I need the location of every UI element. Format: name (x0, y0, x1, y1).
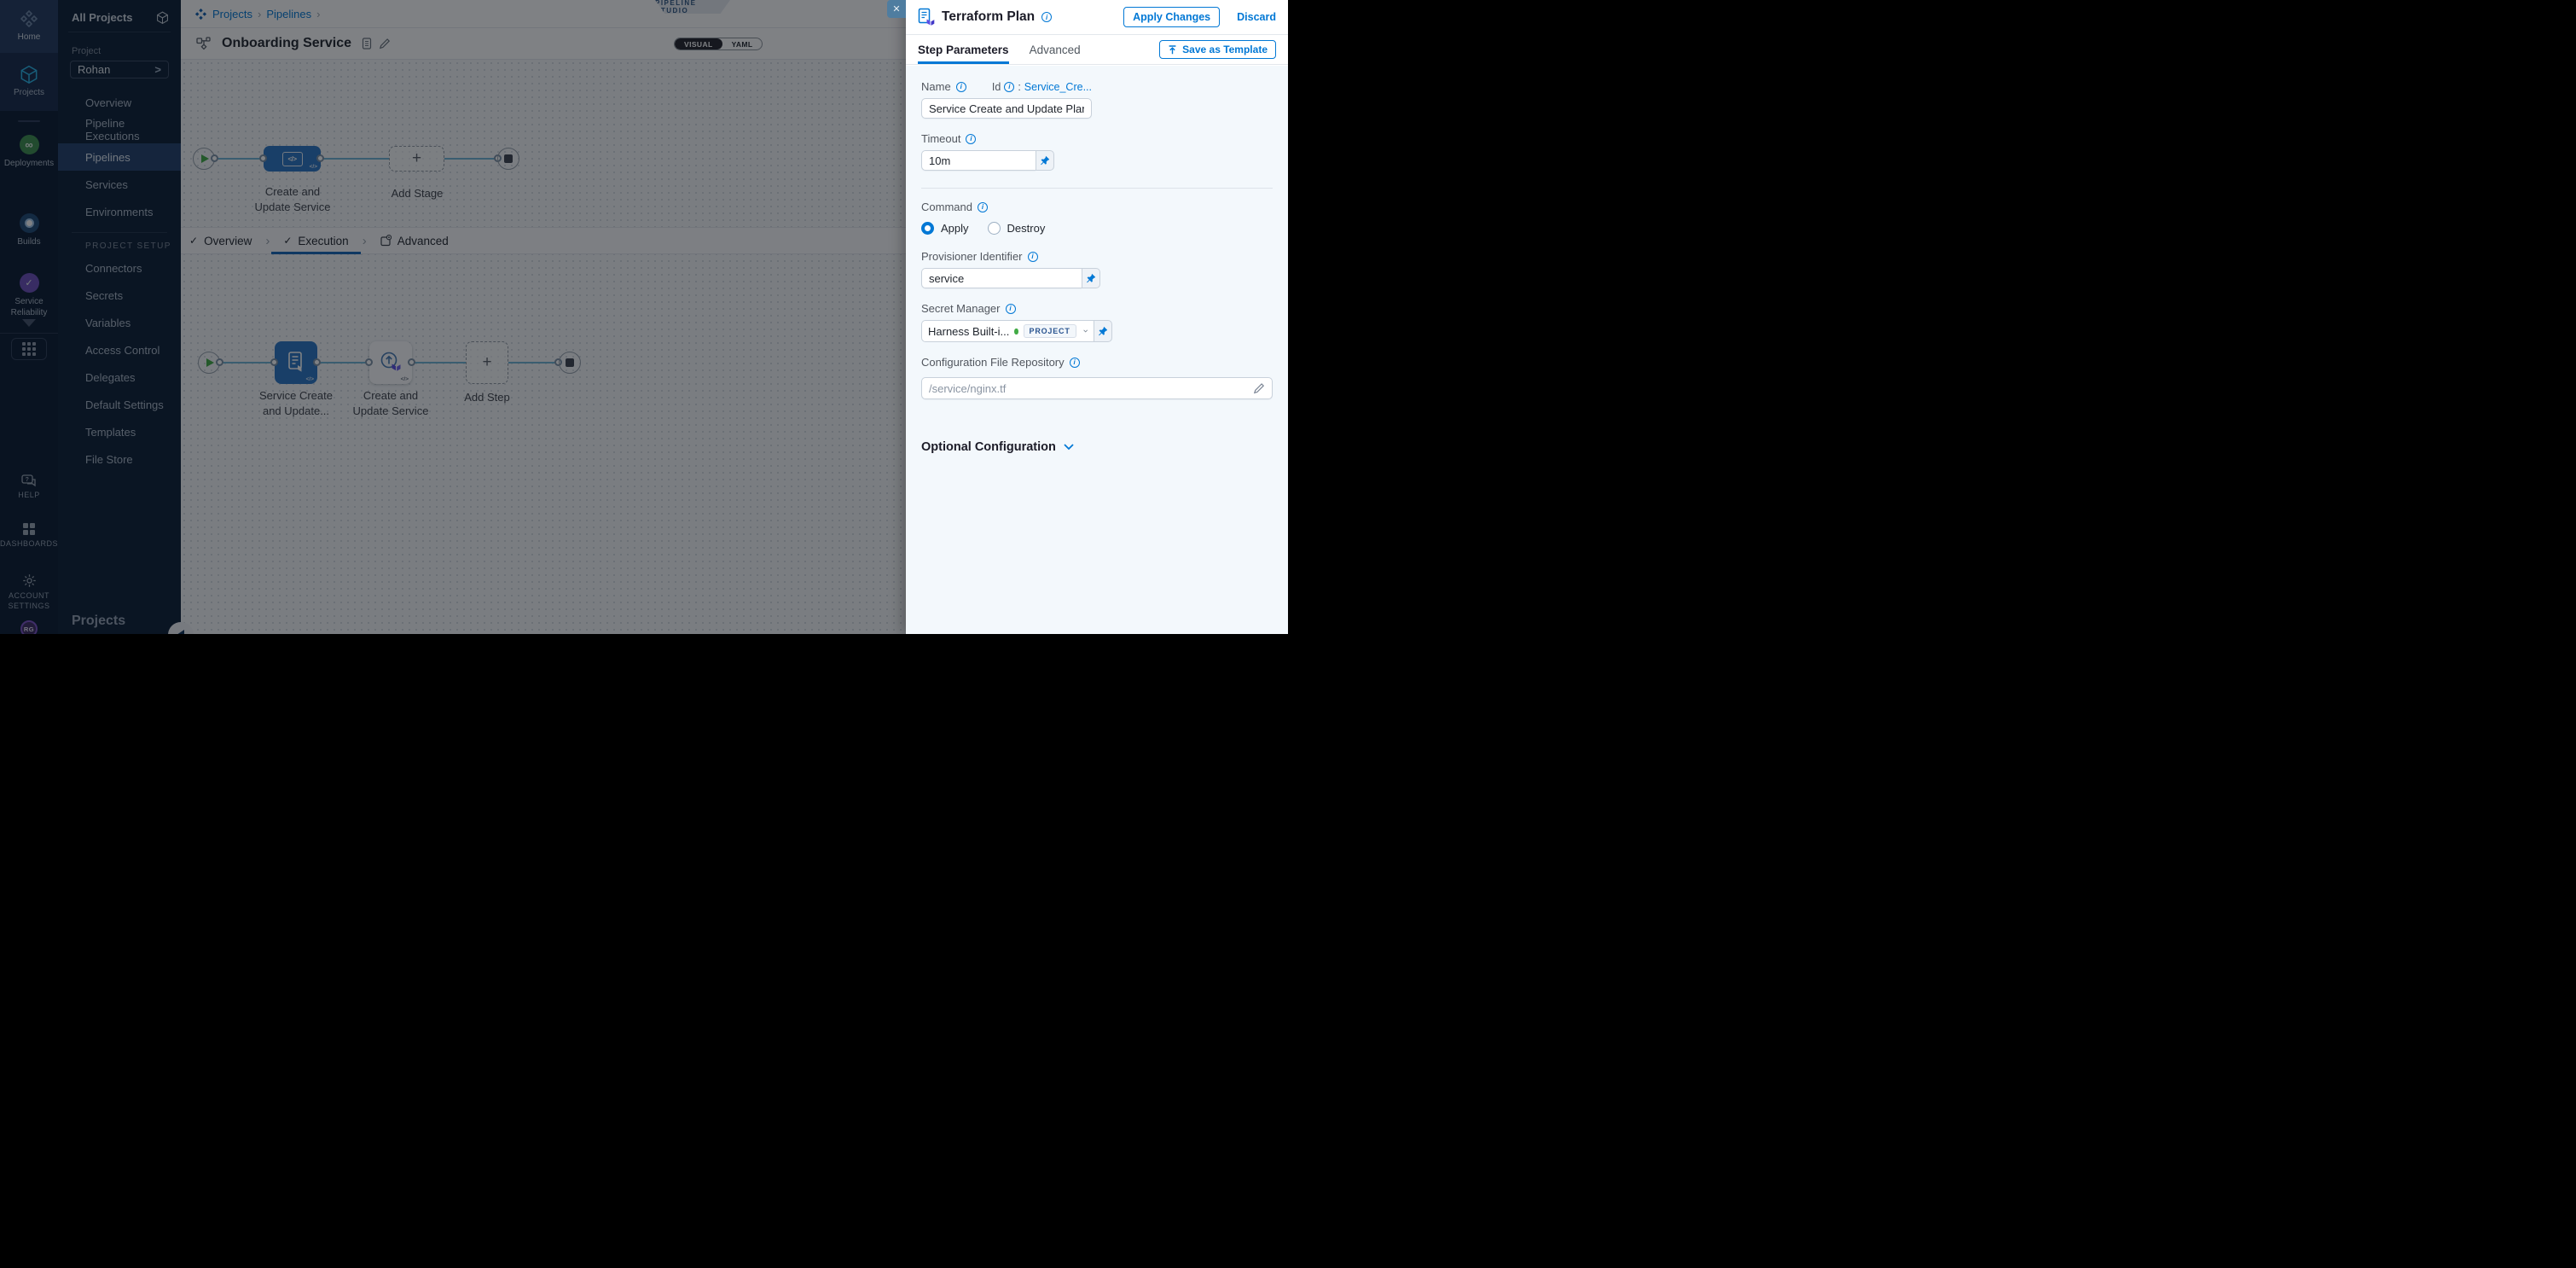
fixed-value-pin-button[interactable] (1082, 268, 1100, 288)
info-icon: i (1028, 252, 1038, 262)
pin-icon (1040, 155, 1050, 166)
radio-destroy-label[interactable]: Destroy (1007, 222, 1046, 235)
info-icon: i (1006, 304, 1016, 314)
tab-step-parameters[interactable]: Step Parameters (918, 35, 1009, 64)
info-icon: i (1070, 358, 1080, 368)
save-as-template-button[interactable]: Save as Template (1159, 40, 1276, 59)
status-dot-icon (1014, 329, 1018, 334)
terraform-plan-icon (918, 8, 935, 26)
step-id-value[interactable]: Service_Cre... (1024, 81, 1092, 93)
config-file-repository-input[interactable] (921, 377, 1273, 399)
optional-configuration-toggle[interactable]: Optional Configuration (921, 440, 1273, 454)
step-parameters-form: Name i Id i : Service_Cre... Timeout i (906, 66, 1288, 634)
radio-apply-label[interactable]: Apply (941, 222, 969, 235)
name-input[interactable] (921, 98, 1092, 119)
radio-apply[interactable] (921, 222, 934, 235)
drawer-tabs: Step Parameters Advanced Save as Templat… (906, 35, 1288, 65)
timeout-input[interactable] (921, 150, 1036, 171)
timeout-label: Timeout i (921, 132, 1273, 145)
drawer-header: Terraform Plan i Apply Changes Discard (906, 0, 1288, 35)
provisioner-identifier-label: Provisioner Identifier i (921, 250, 1273, 263)
app-screen: Home Projects ∞ Deployments Builds ✓ Ser… (0, 0, 1288, 634)
chevron-down-icon (1064, 444, 1074, 451)
step-id: Id i : Service_Cre... (992, 81, 1092, 93)
scope-badge: PROJECT (1024, 324, 1076, 338)
discard-button[interactable]: Discard (1237, 11, 1276, 23)
secret-manager-label: Secret Manager i (921, 302, 1273, 315)
provisioner-identifier-input[interactable] (921, 268, 1082, 288)
fixed-value-pin-button[interactable] (1094, 320, 1112, 342)
close-icon: ✕ (892, 3, 900, 15)
command-radio-group: Apply Destroy (921, 222, 1273, 235)
name-label: Name i (921, 80, 966, 93)
secret-manager-select[interactable]: Harness Built-i... PROJECT (921, 320, 1094, 342)
info-icon: i (978, 202, 988, 212)
drawer-title: Terraform Plan (942, 9, 1035, 25)
apply-changes-button[interactable]: Apply Changes (1123, 7, 1220, 27)
pin-icon (1098, 326, 1108, 336)
info-icon: i (1004, 82, 1014, 92)
radio-destroy[interactable] (988, 222, 1001, 235)
info-icon: i (956, 82, 966, 92)
pin-icon (1086, 273, 1096, 283)
info-icon: i (1041, 12, 1052, 22)
config-file-repository-label: Configuration File Repository i (921, 356, 1273, 369)
fixed-value-pin-button[interactable] (1036, 150, 1054, 171)
close-drawer-button[interactable]: ✕ (887, 0, 906, 18)
tab-advanced[interactable]: Advanced (1030, 35, 1081, 64)
info-icon: i (966, 134, 976, 144)
divider (921, 188, 1273, 189)
command-label: Command i (921, 201, 1273, 213)
secret-manager-value: Harness Built-i... (928, 325, 1009, 338)
step-config-drawer: ✕ Terraform Plan i Apply Changes Discard… (906, 0, 1288, 634)
chevron-down-icon (1083, 329, 1088, 334)
upload-icon (1168, 45, 1177, 55)
id-label: Id (992, 81, 1001, 93)
edit-pencil-icon[interactable] (1253, 382, 1265, 394)
